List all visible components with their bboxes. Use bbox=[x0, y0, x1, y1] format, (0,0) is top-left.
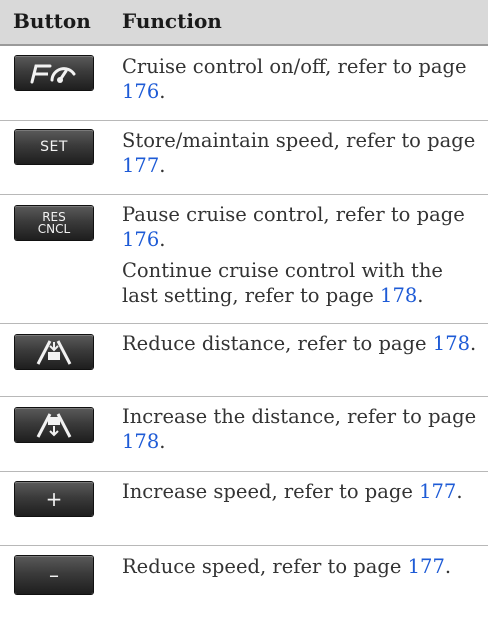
table-row: SET Store/maintain speed, refer to page … bbox=[0, 121, 488, 194]
table-row: Reduce distance, refer to page 178. bbox=[0, 324, 488, 396]
row-function-text: Increase the distance, refer to page 178… bbox=[122, 405, 477, 453]
reduce-distance-button bbox=[15, 335, 93, 369]
table-row: Increase the distance, refer to page 178… bbox=[0, 397, 488, 471]
page-link[interactable]: 176 bbox=[122, 80, 159, 103]
page-link[interactable]: 177 bbox=[408, 555, 445, 578]
header-function: Function bbox=[122, 9, 222, 33]
page-link[interactable]: 177 bbox=[122, 154, 159, 177]
row-function-text: Pause cruise control, refer to page 176. bbox=[122, 203, 465, 251]
reduce-speed-button: – bbox=[15, 556, 93, 594]
page-link[interactable]: 178 bbox=[433, 332, 470, 355]
cruise-control-icon bbox=[30, 64, 76, 84]
row-function-text: Reduce speed, refer to page 177. bbox=[122, 555, 452, 578]
row-function-text: Store/maintain speed, refer to page 177. bbox=[122, 129, 476, 177]
table-row: – Reduce speed, refer to page 177. bbox=[0, 546, 488, 631]
page-link[interactable]: 177 bbox=[419, 480, 456, 503]
increase-distance-button bbox=[15, 408, 93, 442]
page-link[interactable]: 178 bbox=[380, 284, 417, 307]
row-function-text: Cruise control on/off, refer to page 176… bbox=[122, 55, 467, 103]
header-button: Button bbox=[13, 9, 91, 33]
increase-speed-button: + bbox=[15, 482, 93, 516]
page-link[interactable]: 178 bbox=[122, 430, 159, 453]
table-row: Cruise control on/off, refer to page 176… bbox=[0, 46, 488, 120]
page-link[interactable]: 176 bbox=[122, 228, 159, 251]
table-row: + Increase speed, refer to page 177. bbox=[0, 472, 488, 545]
row-function-text-2: Continue cruise control with the last se… bbox=[122, 259, 443, 307]
row-function-text: Increase speed, refer to page 177. bbox=[122, 480, 463, 503]
increase-distance-icon bbox=[36, 413, 72, 438]
table-header: Button Function bbox=[0, 0, 488, 44]
set-button: SET bbox=[15, 130, 93, 164]
cruise-control-button bbox=[15, 56, 93, 90]
reduce-distance-icon bbox=[36, 340, 72, 365]
table-row: RES CNCL Pause cruise control, refer to … bbox=[0, 195, 488, 323]
row-function-text: Reduce distance, refer to page 178. bbox=[122, 332, 477, 355]
res-cncl-button: RES CNCL bbox=[15, 206, 93, 240]
